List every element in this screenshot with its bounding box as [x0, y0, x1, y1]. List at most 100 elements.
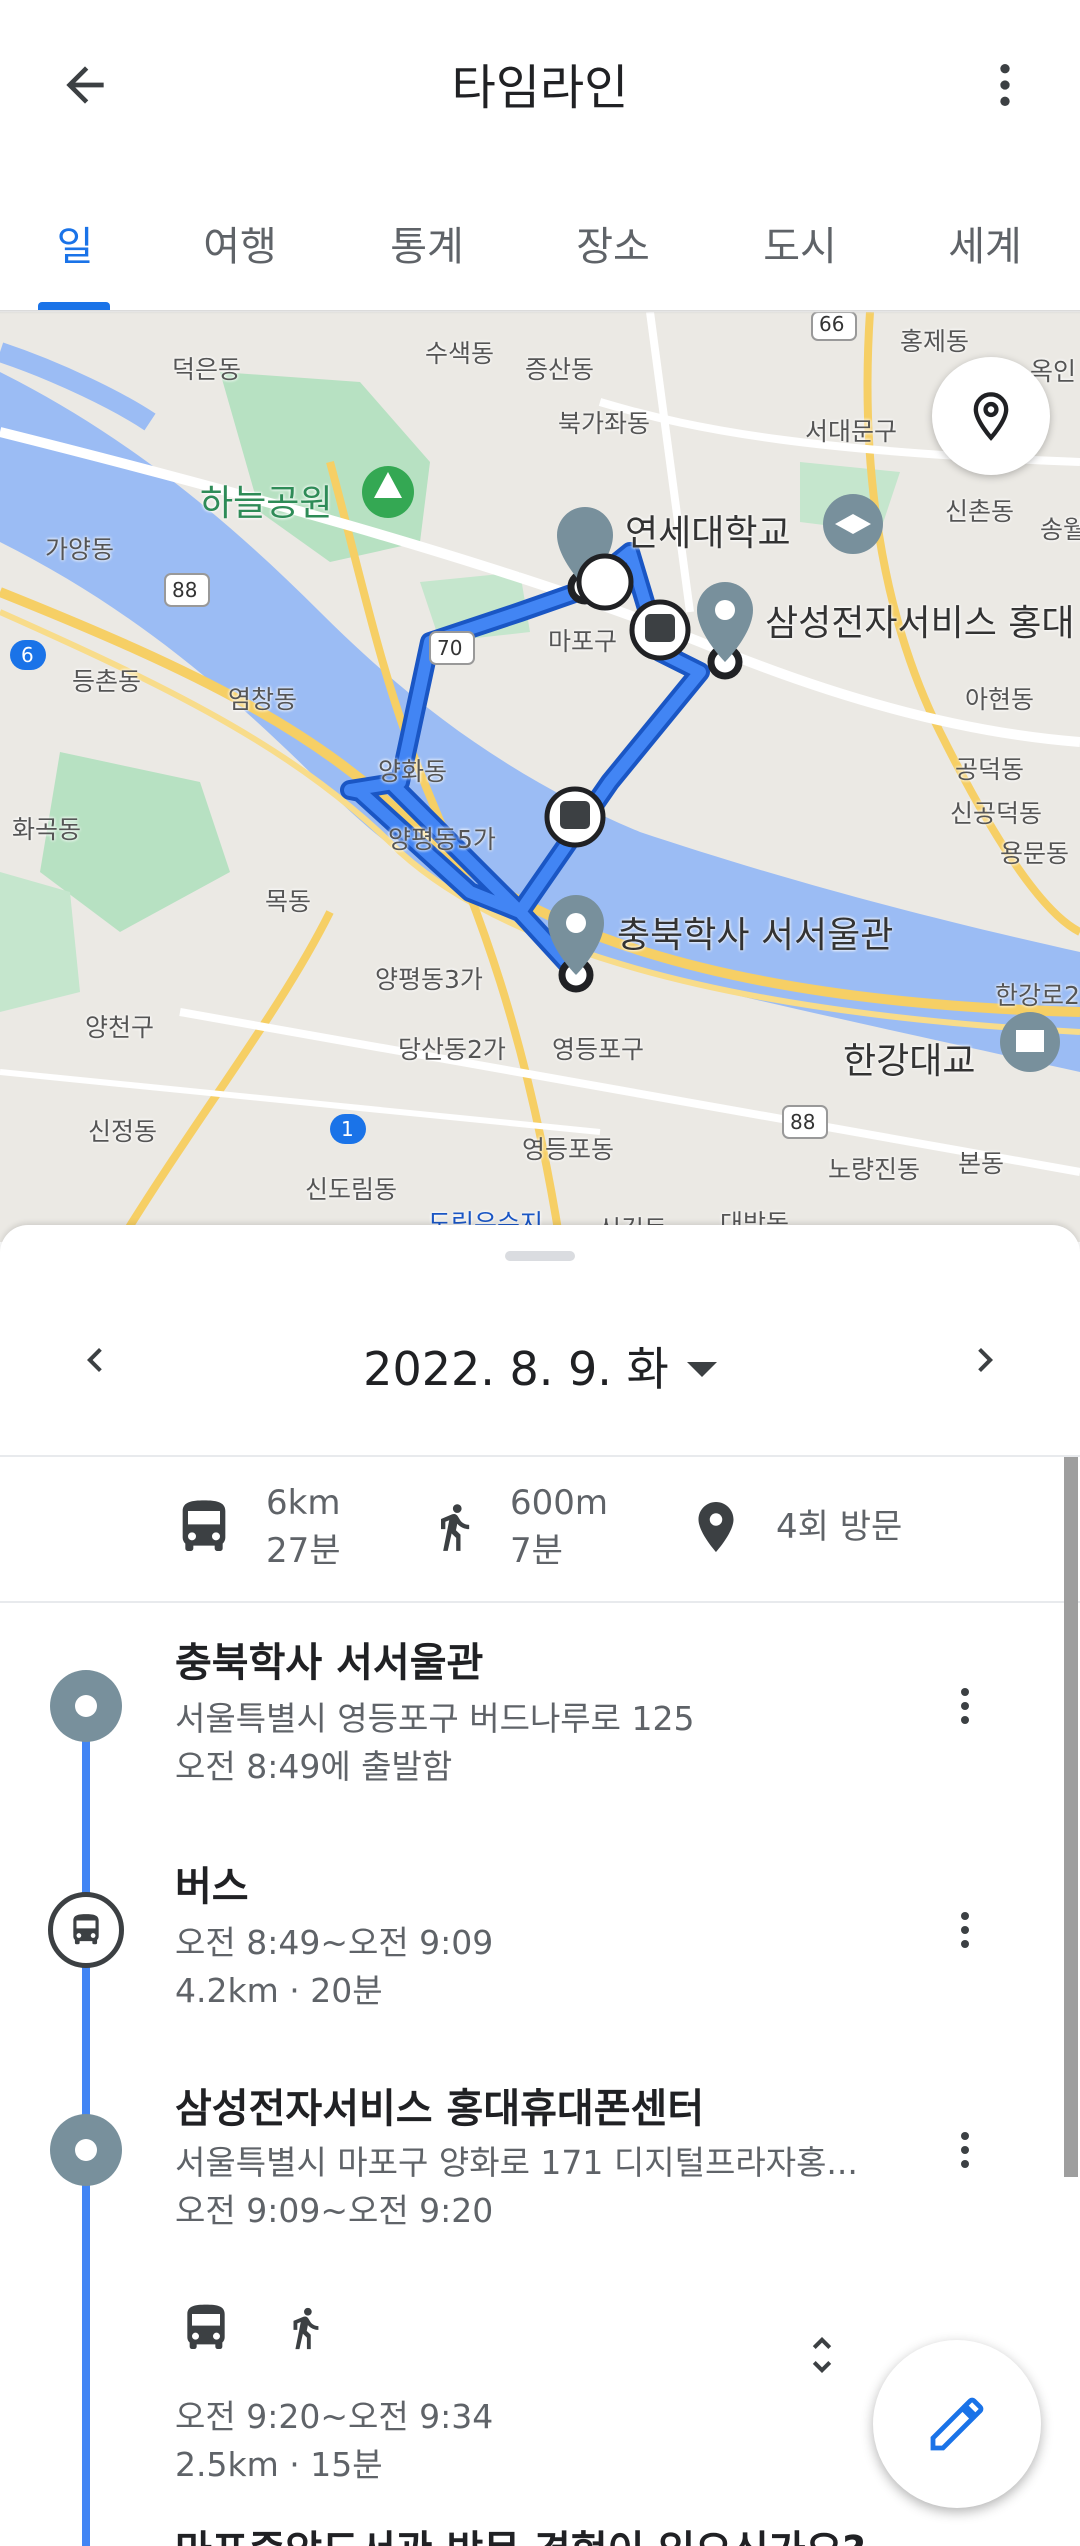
entry-title: 버스 [175, 1864, 249, 1910]
map-label: 화곡동 [12, 815, 82, 844]
map-label: 한강로2 [995, 981, 1080, 1010]
chevron-right-icon [978, 1348, 993, 1372]
route-badge-label: 6 [21, 643, 34, 667]
tab-places[interactable]: 장소 [548, 190, 678, 312]
bus-time: 27분 [266, 1531, 341, 1571]
more-vert-icon [961, 2132, 969, 2168]
more-vert-icon [961, 1688, 969, 1724]
bus-icon [187, 2304, 225, 2349]
map-label: 덕은동 [172, 355, 242, 384]
tab-day[interactable]: 일 [20, 190, 130, 312]
entry-more-button[interactable] [935, 1666, 995, 1746]
entry-time: 오전 9:20~오전 9:34 [175, 2397, 494, 2436]
walk-time: 7분 [510, 1531, 563, 1571]
map-label: 증산동 [525, 355, 595, 384]
pencil-icon [930, 2397, 984, 2451]
app-header: 타임라인 [0, 0, 1080, 170]
map-label: 연세대학교 [625, 513, 791, 554]
date-navigator: 2022. 8. 9. 화 [0, 1285, 1080, 1435]
page-title: 타임라인 [451, 60, 629, 116]
walking-icon [293, 2307, 319, 2350]
visits-summary: 4회 방문 [686, 1457, 902, 1597]
next-day-button[interactable] [950, 1315, 1020, 1405]
walk-summary: 600m 7분 [428, 1457, 608, 1597]
drag-handle[interactable] [505, 1251, 575, 1261]
map-label: 신도림동 [305, 1175, 398, 1204]
map-label: 삼성전자서비스 홍대 [765, 603, 1075, 644]
map-label: 홍제동 [900, 327, 970, 356]
more-options-button[interactable] [965, 45, 1045, 125]
expand-button[interactable] [795, 2320, 849, 2390]
bus-node-icon [48, 1892, 124, 1968]
entry-title: 삼성전자서비스 홍대휴대폰센터 [175, 2086, 705, 2132]
map-label: 신촌동 [945, 497, 1015, 526]
map-label: 공덕동 [955, 755, 1025, 784]
entry-more-button[interactable] [935, 1890, 995, 1970]
map-label: 가양동 [45, 535, 115, 564]
timeline-map[interactable]: 덕은동 수색동 증산동 홍제동 옥인 북가좌동 서대문구 하늘공원 연세대학교 … [0, 312, 1080, 1242]
map-label: 신공덕동 [950, 799, 1043, 828]
map-label: 충북학사 서서울관 [617, 915, 894, 956]
my-location-button[interactable] [932, 357, 1050, 475]
more-vert-icon [1000, 64, 1010, 106]
edit-button[interactable] [873, 2340, 1041, 2508]
date-text: 2022. 8. 9. 화 [363, 1342, 669, 1396]
entry-time: 오전 8:49~오전 9:09 [175, 1923, 494, 1962]
tab-cities[interactable]: 도시 [735, 190, 865, 312]
place-node-icon [50, 2114, 122, 2186]
timeline-sheet: 2022. 8. 9. 화 6km 27분 600m 7분 4회 방문 [0, 1225, 1080, 2546]
map-label: 수색동 [425, 339, 495, 368]
bus-icon [182, 1500, 226, 1551]
place-pin-icon [698, 1502, 734, 1552]
map-background [0, 312, 1080, 1242]
route-badge-label: 1 [341, 1117, 354, 1141]
route-badge-label: 70 [437, 636, 463, 660]
bus-summary: 6km 27분 [172, 1457, 341, 1597]
map-label: 양평동5가 [388, 825, 496, 854]
visit-count: 4회 방문 [776, 1507, 903, 1547]
day-summary: 6km 27분 600m 7분 4회 방문 [0, 1457, 1080, 1597]
tab-trips[interactable]: 여행 [175, 190, 305, 312]
entry-distance: 2.5km · 15분 [175, 2445, 383, 2484]
unfold-more-icon [812, 2337, 832, 2373]
map-label: 염창동 [228, 685, 298, 714]
route-badge-label: 88 [172, 578, 198, 602]
entry-address: 서울특별시 영등포구 버드나루로 125 [175, 1699, 695, 1738]
visit-confirmation-question[interactable]: 마포중앙도서관 방문 경험이 있으신가요? [175, 2518, 866, 2546]
route-badge-label: 88 [790, 1110, 816, 1134]
map-label: 신정동 [88, 1117, 158, 1146]
map-label: 아현동 [965, 685, 1035, 714]
map-label: 한강대교 [843, 1041, 976, 1082]
map-label: 양천구 [85, 1013, 155, 1042]
map-label: 본동 [958, 1149, 1005, 1178]
divider [0, 1601, 1080, 1603]
map-label: 영등포구 [552, 1035, 645, 1064]
map-label: 노량진동 [828, 1155, 921, 1184]
entry-time: 오전 9:09~오전 9:20 [175, 2191, 494, 2230]
active-tab-indicator [38, 302, 110, 310]
map-label: 당산동2가 [398, 1035, 506, 1064]
more-vert-icon [961, 1912, 969, 1948]
map-label: 하늘공원 [200, 483, 333, 524]
location-pin-icon [973, 392, 1009, 441]
bus-distance: 6km [266, 1483, 341, 1523]
tab-world[interactable]: 세계 [920, 190, 1050, 312]
map-label: 마포구 [548, 627, 618, 656]
map-label: 용문동 [1000, 839, 1070, 868]
map-label: 목동 [265, 887, 312, 916]
dropdown-arrow-icon [686, 1362, 717, 1377]
tab-bar: 일 여행 통계 장소 도시 세계 [0, 190, 1080, 312]
map-label: 북가좌동 [558, 409, 651, 438]
map-label: 양화동 [378, 757, 448, 786]
map-label: 영등포동 [522, 1135, 615, 1164]
tab-bar-shadow [0, 310, 1080, 314]
entry-more-button[interactable] [935, 2110, 995, 2190]
date-selector[interactable]: 2022. 8. 9. 화 [0, 1333, 1080, 1399]
tab-insights[interactable]: 통계 [362, 190, 492, 312]
entry-distance: 4.2km · 20분 [175, 1971, 383, 2010]
map-label: 양평동3가 [375, 965, 483, 994]
scrollbar[interactable] [1064, 1457, 1078, 2177]
walk-distance: 600m [510, 1483, 609, 1523]
entry-time: 오전 8:49에 출발함 [175, 1747, 453, 1786]
entry-address: 서울특별시 마포구 양화로 171 디지털프라자홍... [175, 2143, 858, 2182]
